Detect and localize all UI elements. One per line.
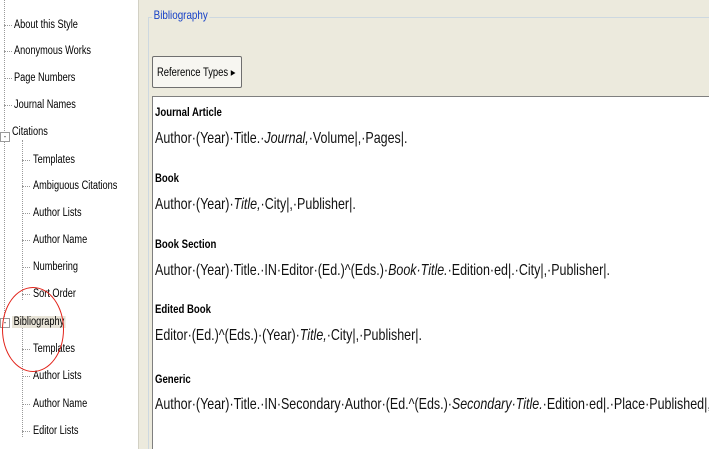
template-text: Author·(Year)· <box>155 196 234 213</box>
tree-item-editor-lists[interactable]: Editor Lists <box>33 421 79 441</box>
bibliography-panel: Bibliography Reference Types ▸ Journal A… <box>148 0 709 449</box>
tree-connector <box>22 140 23 300</box>
collapse-icon[interactable]: - <box>0 132 10 142</box>
template-text: Author·(Year)·Title.·IN·Editor·(Ed.)^(Ed… <box>155 262 389 279</box>
tree-connector <box>22 376 30 377</box>
template-italic-field: Title, <box>233 196 261 213</box>
tree-item-anonymous-works[interactable]: Anonymous Works <box>14 41 91 61</box>
group-border <box>148 17 149 449</box>
tree-connector <box>22 404 30 405</box>
tree-connector <box>22 240 30 241</box>
tree-connector <box>22 186 30 187</box>
template-editor[interactable]: Journal Article Author·(Year)·Title.·Jou… <box>152 96 709 449</box>
tree-connector <box>22 160 30 161</box>
highlight-circle <box>2 287 64 372</box>
reference-type-heading: Book <box>155 171 179 185</box>
reference-types-button[interactable]: Reference Types ▸ <box>152 56 242 88</box>
tree-item-citations[interactable]: Citations <box>12 122 48 142</box>
reference-type-heading: Journal Article <box>155 105 222 119</box>
group-border <box>148 17 709 18</box>
tree-item-about-this-style[interactable]: About this Style <box>14 15 78 35</box>
tree-item-citations-author-name[interactable]: Author Name <box>33 230 87 250</box>
tree-connector <box>22 267 30 268</box>
template-line[interactable]: Author·(Year)·Title,·City|,·Publisher|. <box>155 196 356 214</box>
template-line[interactable]: Author·(Year)·Title.·Journal,·Volume|,·P… <box>155 130 407 148</box>
template-italic-field: Book·Title. <box>388 262 448 279</box>
template-text: Editor·(Ed.)^(Eds.)·(Year)· <box>155 327 300 344</box>
template-italic-field: Title, <box>299 327 327 344</box>
template-line[interactable]: Editor·(Ed.)^(Eds.)·(Year)·Title,·City|,… <box>155 327 422 345</box>
reference-types-label: Reference Types <box>157 67 229 79</box>
pane-splitter[interactable] <box>138 0 148 449</box>
tree-connector <box>4 105 12 106</box>
reference-type-heading: Book Section <box>155 237 217 251</box>
template-text: ·City|,·Publisher|. <box>260 196 356 213</box>
template-text: ·Edition·ed|.·City|,·Publisher|. <box>447 262 610 279</box>
tree-item-numbering[interactable]: Numbering <box>33 257 78 277</box>
reference-type-heading: Generic <box>155 372 191 386</box>
style-tree: - - About this Style Anonymous Works Pag… <box>0 0 138 449</box>
template-text: ·Edition·ed|.·Place·Published|, <box>542 396 709 413</box>
template-line[interactable]: Author·(Year)·Title.·IN·Secondary·Author… <box>155 396 709 414</box>
tree-connector <box>4 78 12 79</box>
tree-connector <box>4 137 5 327</box>
reference-type-heading: Edited Book <box>155 302 212 316</box>
tree-connector <box>22 213 30 214</box>
template-italic-field: Secondary·Title. <box>451 396 543 413</box>
template-text: Author·(Year)·Title.·IN·Secondary·Author… <box>155 396 452 413</box>
tree-connector <box>4 51 12 52</box>
tree-connector <box>4 0 5 137</box>
group-title: Bibliography <box>152 8 210 22</box>
template-text: ·City|,·Publisher|. <box>326 327 422 344</box>
triangle-right-icon: ▸ <box>230 67 236 79</box>
tree-item-citations-author-lists[interactable]: Author Lists <box>33 203 82 223</box>
template-text: Author·(Year)·Title.· <box>155 130 265 147</box>
template-italic-field: Journal, <box>264 130 309 147</box>
tree-item-journal-names[interactable]: Journal Names <box>14 95 76 115</box>
tree-item-page-numbers[interactable]: Page Numbers <box>14 68 75 88</box>
tree-item-citations-templates[interactable]: Templates <box>33 150 75 170</box>
tree-connector <box>4 25 12 26</box>
tree-connector <box>22 431 30 432</box>
tree-item-ambiguous-citations[interactable]: Ambiguous Citations <box>33 176 117 196</box>
template-text: ·Volume|,·Pages|. <box>308 130 408 147</box>
tree-item-bibliography-author-name[interactable]: Author Name <box>33 394 87 414</box>
template-line[interactable]: Author·(Year)·Title.·IN·Editor·(Ed.)^(Ed… <box>155 262 610 280</box>
